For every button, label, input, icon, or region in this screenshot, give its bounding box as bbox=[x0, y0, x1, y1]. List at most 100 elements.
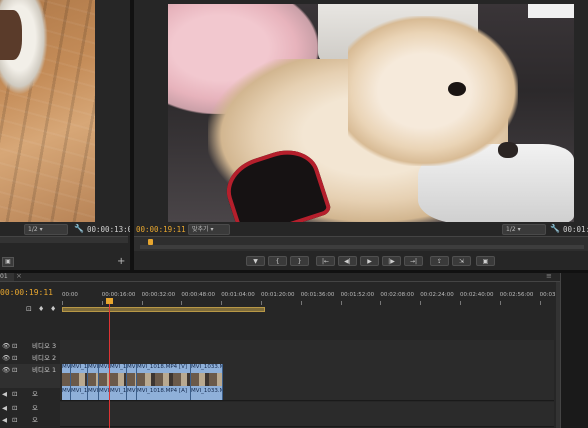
ruler-tick bbox=[340, 301, 342, 305]
track-header-audio-1[interactable]: ◀ ⊡ 오 bbox=[0, 388, 60, 400]
timeline-clip[interactable]: MVI_ bbox=[99, 364, 110, 388]
step-back-button[interactable]: ◀| bbox=[338, 256, 357, 266]
track-header-video-1[interactable]: 👁 ⊡ 비디오 1 bbox=[0, 364, 60, 388]
extract-icon: ⇲ bbox=[458, 258, 465, 265]
mark-in-icon: { bbox=[275, 258, 280, 265]
wrench-icon[interactable]: 🔧 bbox=[74, 224, 84, 233]
go-to-out-button[interactable]: →| bbox=[404, 256, 423, 266]
clip-label: MVI_1033.M bbox=[191, 364, 223, 370]
puppy-head-region bbox=[348, 16, 518, 166]
panel-menu-icon[interactable]: ≡ bbox=[546, 272, 552, 280]
add-marker-button[interactable]: ▼ bbox=[246, 256, 265, 266]
step-forward-button[interactable]: |▶ bbox=[382, 256, 401, 266]
track-lane-audio-1[interactable]: MVI_MVI_10MVI_MVI_MVI_10MVI_MVI_1018.MP4… bbox=[60, 388, 554, 401]
eye-icon[interactable]: 👁 bbox=[2, 364, 10, 376]
track-header-video-2[interactable]: 👁 ⊡ 비디오 2 bbox=[0, 352, 60, 364]
timeline-clip[interactable]: MVI_ bbox=[127, 364, 137, 388]
timeline-clip[interactable]: MVI_1018.MP4 [A] bbox=[137, 388, 191, 400]
timeline-clip[interactable]: MVI_ bbox=[62, 388, 71, 400]
timeline-tab[interactable]: 01 bbox=[0, 273, 14, 281]
timeline-playhead-head[interactable] bbox=[106, 298, 114, 304]
ruler-tick bbox=[181, 301, 183, 305]
clip-thumbnail bbox=[99, 373, 109, 386]
speaker-icon[interactable]: ◀ bbox=[2, 402, 7, 414]
track-area: 👁 ⊡ 비디오 3 👁 ⊡ 비디오 2 👁 ⊡ 비디오 1 MVI_MVI_10… bbox=[0, 340, 560, 428]
timeline-clip[interactable]: MVI_10 bbox=[110, 364, 127, 388]
lock-icon[interactable]: ⊡ bbox=[12, 340, 17, 352]
timeline-tab-strip bbox=[0, 281, 560, 282]
mark-out-icon: } bbox=[297, 258, 302, 265]
add-button[interactable]: + bbox=[117, 256, 125, 267]
track-lane-audio-3[interactable] bbox=[60, 414, 554, 427]
speaker-icon[interactable]: ◀ bbox=[2, 414, 7, 426]
go-to-in-button[interactable]: |← bbox=[316, 256, 335, 266]
timeline-clip[interactable]: MVI_ bbox=[88, 388, 99, 400]
extract-button[interactable]: ⇲ bbox=[452, 256, 471, 266]
clip-label: MVI_ bbox=[99, 388, 110, 394]
lock-icon[interactable]: ⊡ bbox=[12, 402, 17, 414]
marker-add-icon[interactable]: ♦ bbox=[38, 305, 44, 313]
clip-thumbnail bbox=[127, 373, 136, 386]
timeline-tab-close-icon[interactable]: × bbox=[16, 272, 22, 280]
program-playhead-marker[interactable] bbox=[148, 239, 153, 245]
fit-dropdown[interactable]: 맞추기 ▾ bbox=[188, 224, 230, 235]
ruler-tick-label: 00:02:56:00 bbox=[499, 292, 534, 298]
mark-in-button[interactable]: { bbox=[268, 256, 287, 266]
eye-icon[interactable]: 👁 bbox=[2, 352, 10, 364]
clip-label: MVI_ bbox=[62, 388, 71, 394]
timeline-clip[interactable]: MVI_1033.M bbox=[191, 388, 223, 400]
snap-icon[interactable]: ⊡ bbox=[26, 305, 32, 313]
ruler-tick bbox=[221, 301, 223, 305]
timeline-clip[interactable]: MVI_ bbox=[127, 388, 137, 400]
lock-icon[interactable]: ⊡ bbox=[12, 388, 17, 400]
ruler-tick bbox=[499, 301, 501, 305]
program-current-timecode[interactable]: 00:00:19:11 bbox=[136, 225, 186, 234]
program-scrub-bar[interactable] bbox=[134, 236, 588, 251]
timeline-playhead-line[interactable] bbox=[106, 298, 114, 428]
lock-icon[interactable]: ⊡ bbox=[12, 414, 17, 426]
eye-icon[interactable]: 👁 bbox=[2, 340, 10, 352]
ruler-tick bbox=[141, 301, 143, 305]
source-resolution-dropdown[interactable]: 1/2 ▾ bbox=[24, 224, 68, 235]
pin-icon[interactable]: ♦ bbox=[50, 305, 56, 313]
timeline-clip[interactable]: MVI_1018.MP4 [V] bbox=[137, 364, 191, 388]
track-header-video-3[interactable]: 👁 ⊡ 비디오 3 bbox=[0, 340, 60, 352]
lift-button[interactable]: ⇪ bbox=[430, 256, 449, 266]
track-header-audio-2[interactable]: ◀ ⊡ 오 bbox=[0, 402, 60, 414]
timeline-timecode[interactable]: 00:00:19:11 bbox=[0, 288, 53, 297]
transport-controls: ▼ { } |← ◀| ▶ |▶ →| ⇪ ⇲ ▣ bbox=[246, 256, 496, 268]
play-button[interactable]: ▶ bbox=[360, 256, 379, 266]
program-wrench-icon[interactable]: 🔧 bbox=[550, 224, 560, 233]
source-scrub-bar[interactable] bbox=[0, 236, 128, 243]
timeline-clip[interactable]: MVI_10 bbox=[110, 388, 127, 400]
track-header-audio-3[interactable]: ◀ ⊡ 오 bbox=[0, 414, 60, 426]
clip-label: MVI_ bbox=[127, 364, 136, 370]
source-monitor-frame bbox=[0, 0, 95, 222]
clip-label: MVI_ bbox=[127, 388, 136, 394]
timeline-clip[interactable]: MVI_1033.M bbox=[191, 364, 223, 388]
speaker-icon[interactable]: ◀ bbox=[2, 388, 7, 400]
timeline-tools: ⊡ ♦ ♦ bbox=[26, 305, 60, 315]
work-area-bar[interactable] bbox=[62, 307, 265, 312]
right-panel bbox=[560, 273, 588, 428]
source-resolution-value: 1/2 bbox=[28, 226, 38, 233]
clip-label: MVI_ bbox=[62, 364, 71, 370]
timeline-clip[interactable]: MVI_10 bbox=[71, 388, 88, 400]
source-camera-button[interactable]: ▣ bbox=[2, 257, 14, 267]
lock-icon[interactable]: ⊡ bbox=[12, 352, 17, 364]
program-resolution-dropdown[interactable]: 1/2 ▾ bbox=[502, 224, 546, 235]
timeline-ruler[interactable]: 00:00 00:00:16:00 00:00:32:00 00:00:48:00 00… bbox=[60, 288, 570, 314]
mark-out-button[interactable]: } bbox=[290, 256, 309, 266]
track-label: 오 bbox=[32, 416, 38, 424]
track-label: 비디오 3 bbox=[32, 342, 57, 350]
clip-label: MVI_ bbox=[99, 364, 110, 370]
timeline-clip[interactable]: MVI_10 bbox=[71, 364, 88, 388]
timeline-clip[interactable]: MVI_ bbox=[62, 364, 71, 388]
timeline-clip[interactable]: MVI_ bbox=[99, 388, 110, 400]
lock-icon[interactable]: ⊡ bbox=[12, 364, 17, 376]
export-frame-button[interactable]: ▣ bbox=[476, 256, 495, 266]
timeline-clip[interactable]: MVI_ bbox=[88, 364, 99, 388]
clip-thumbnail bbox=[137, 373, 190, 386]
ruler-tick bbox=[261, 301, 262, 305]
track-lane-video-1[interactable]: MVI_MVI_10MVI_MVI_MVI_10MVI_MVI_1018.MP4… bbox=[60, 364, 554, 389]
